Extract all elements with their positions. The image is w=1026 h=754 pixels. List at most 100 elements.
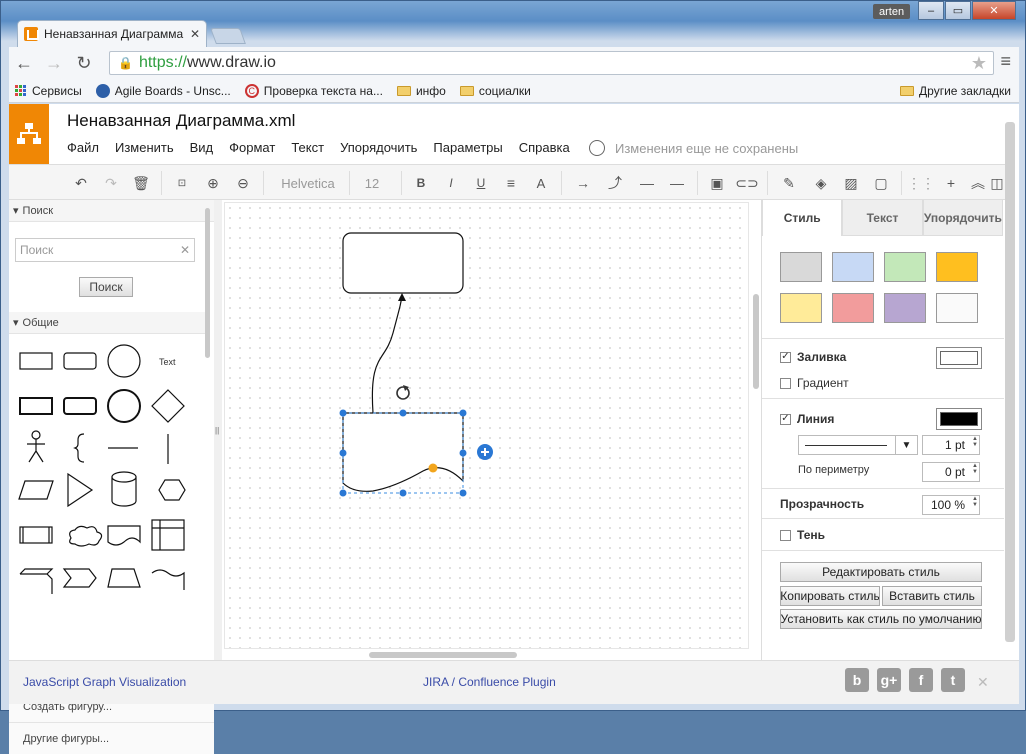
jira-plugin-link[interactable]: JIRA / Confluence Plugin <box>423 675 556 689</box>
bookmark-folder-info[interactable]: инфо <box>396 84 446 98</box>
search-button[interactable]: Поиск <box>79 277 133 297</box>
style-swatch[interactable] <box>780 252 822 282</box>
bookmark-text-check[interactable]: C Проверка текста на... <box>244 83 383 98</box>
back-icon[interactable]: ← <box>9 53 39 74</box>
collapse-icon[interactable]: ︽ <box>969 165 987 201</box>
browser-menu-icon[interactable]: ≡ <box>1000 51 1011 72</box>
fill-color-icon[interactable]: ◈ <box>809 165 833 201</box>
fill-checkbox[interactable]: ✓ <box>780 351 791 363</box>
line-width-input[interactable]: 1 pt <box>922 435 980 455</box>
font-color-icon[interactable]: A <box>529 165 553 201</box>
canvas-horizontal-scrollbar[interactable] <box>369 652 517 658</box>
undo-icon[interactable]: ↶ <box>69 165 93 201</box>
menu-text[interactable]: Текст <box>291 140 324 155</box>
canvas-vertical-scrollbar[interactable] <box>753 294 759 389</box>
actual-size-icon[interactable]: ⊡ <box>169 165 195 201</box>
facebook-icon[interactable]: f <box>909 668 933 692</box>
style-swatch[interactable] <box>832 293 874 323</box>
font-family-select[interactable]: Helvetica <box>271 165 345 201</box>
delete-icon[interactable]: 🗑 <box>129 165 153 201</box>
tab-text[interactable]: Текст <box>842 200 923 236</box>
browser-tab[interactable]: Ненавзанная Диаграмма ✕ <box>17 20 207 47</box>
shadow-checkbox[interactable] <box>780 529 791 541</box>
style-swatch[interactable] <box>884 293 926 323</box>
shadow-row[interactable]: Тень <box>780 528 825 542</box>
drawio-logo-icon[interactable] <box>9 104 49 164</box>
new-tab-button[interactable] <box>210 28 246 44</box>
google-plus-icon[interactable]: g+ <box>877 668 901 692</box>
fill-row[interactable]: ✓ Заливка <box>780 350 846 364</box>
opacity-input[interactable]: 100 % <box>922 495 980 515</box>
shadow-icon[interactable]: ▢ <box>869 165 893 201</box>
shape-palette[interactable]: Text <box>9 338 205 594</box>
format-panel-icon[interactable]: ◫ <box>987 165 1007 201</box>
tab-arrange[interactable]: Упорядочить <box>922 200 1003 236</box>
italic-icon[interactable]: I <box>439 165 463 201</box>
js-graph-link[interactable]: JavaScript Graph Visualization <box>23 675 186 689</box>
gradient-checkbox[interactable] <box>780 377 791 389</box>
menu-format[interactable]: Формат <box>229 140 275 155</box>
image-icon[interactable]: ▣ <box>705 165 729 201</box>
maximize-icon[interactable]: ▭ <box>945 1 971 20</box>
close-footer-icon[interactable]: ✕ <box>977 674 989 691</box>
tab-style[interactable]: Стиль <box>762 200 843 236</box>
line-checkbox[interactable]: ✓ <box>780 413 791 425</box>
more-shapes-link[interactable]: Другие фигуры... <box>9 722 214 754</box>
bold-icon[interactable]: B <box>409 165 433 201</box>
zoom-out-icon[interactable]: ⊖ <box>231 165 255 201</box>
diagram-canvas[interactable] <box>224 202 749 649</box>
diagram-title[interactable]: Ненавзанная Диаграмма.xml <box>67 111 295 131</box>
menu-options[interactable]: Параметры <box>433 140 502 155</box>
clear-search-icon[interactable]: ✕ <box>180 243 190 257</box>
copy-style-button[interactable]: Копировать стиль <box>780 586 880 606</box>
fill-color-picker[interactable] <box>936 347 982 369</box>
line-end-icon[interactable]: — <box>665 165 689 201</box>
style-swatch[interactable] <box>936 293 978 323</box>
waypoints-icon[interactable]: ⤴ <box>603 165 627 201</box>
bookmark-agile[interactable]: Agile Boards - Unsc... <box>95 83 231 98</box>
style-swatch[interactable] <box>884 252 926 282</box>
twitter-icon[interactable]: t <box>941 668 965 692</box>
sidebar-splitter[interactable]: || <box>214 200 222 660</box>
search-input[interactable]: Поиск ✕ <box>15 238 195 262</box>
sidebar-scrollbar[interactable] <box>205 208 210 358</box>
line-color-icon[interactable]: ✎ <box>777 165 801 201</box>
blogger-icon[interactable]: b <box>845 668 869 692</box>
menu-file[interactable]: Файл <box>67 140 99 155</box>
gradient-row[interactable]: Градиент <box>780 376 849 390</box>
close-window-icon[interactable]: ✕ <box>972 1 1016 20</box>
grid-icon[interactable]: ⋮⋮ <box>907 165 935 201</box>
bookmark-folder-social[interactable]: социалки <box>459 84 531 98</box>
bookmark-star-icon[interactable]: ★ <box>971 53 987 74</box>
menu-arrange[interactable]: Упорядочить <box>340 140 417 155</box>
style-swatch[interactable] <box>832 252 874 282</box>
link-icon[interactable]: ⊂⊃ <box>735 165 759 201</box>
underline-icon[interactable]: U <box>469 165 493 201</box>
line-color-picker[interactable] <box>936 408 982 430</box>
menu-edit[interactable]: Изменить <box>115 140 174 155</box>
search-section-header[interactable]: ▾ Поиск <box>9 200 214 222</box>
gradient-icon[interactable]: ▨ <box>839 165 863 201</box>
minimize-icon[interactable]: – <box>918 1 944 20</box>
edit-style-button[interactable]: Редактировать стиль <box>780 562 982 582</box>
connection-straight-icon[interactable]: → <box>571 165 595 201</box>
globe-icon[interactable] <box>589 140 605 156</box>
bookmark-other[interactable]: Другие закладки <box>900 84 1011 98</box>
reload-icon[interactable]: ↻ <box>69 53 99 74</box>
line-row[interactable]: ✓ Линия <box>780 412 834 426</box>
style-swatch[interactable] <box>936 252 978 282</box>
address-bar[interactable]: 🔒 https://www.draw.io ★ <box>109 51 994 75</box>
redo-icon[interactable]: ↷ <box>99 165 123 201</box>
paste-style-button[interactable]: Вставить стиль <box>882 586 982 606</box>
bookmark-services[interactable]: Сервисы <box>15 84 82 98</box>
zoom-in-icon[interactable]: ⊕ <box>201 165 225 201</box>
page-scrollbar[interactable] <box>1005 122 1015 642</box>
guides-icon[interactable]: + <box>939 165 963 201</box>
forward-icon[interactable]: → <box>39 53 69 74</box>
perimeter-input[interactable]: 0 pt <box>922 462 980 482</box>
line-style-select[interactable]: ▼ <box>798 435 918 455</box>
menu-view[interactable]: Вид <box>190 140 214 155</box>
general-section-header[interactable]: ▾ Общие <box>9 312 205 334</box>
style-swatch[interactable] <box>780 293 822 323</box>
set-default-style-button[interactable]: Установить как стиль по умолчанию <box>780 609 982 629</box>
